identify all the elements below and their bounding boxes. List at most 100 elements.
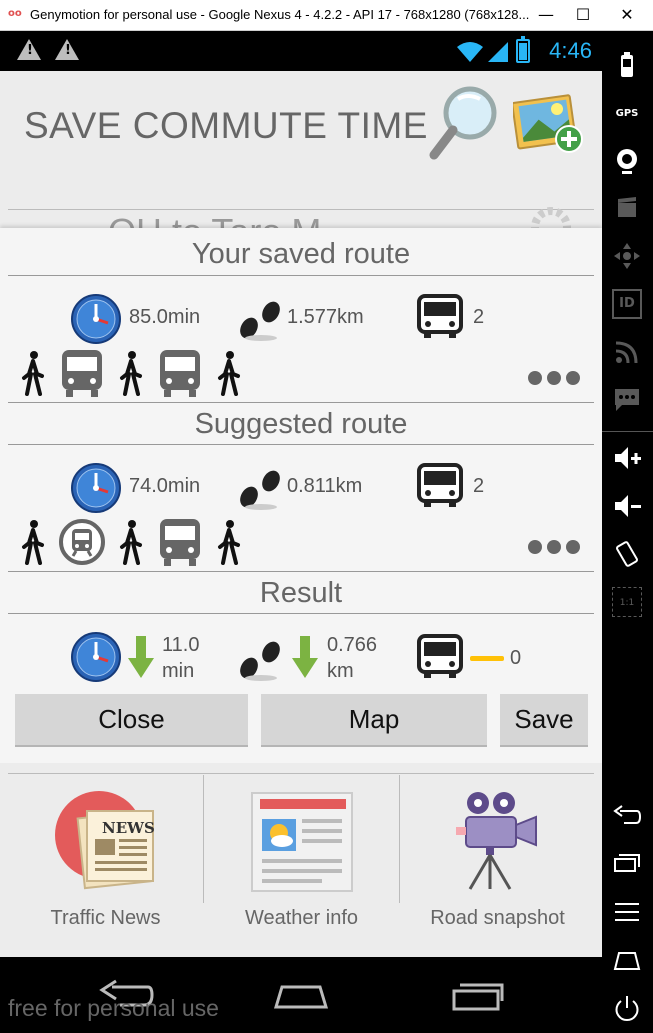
bus-icon	[62, 350, 102, 397]
watermark-text: free for personal use	[8, 995, 219, 1021]
app-title: SAVE COMMUTE TIME	[24, 105, 428, 146]
gps-control-icon[interactable]: GPS	[612, 99, 642, 129]
sms-icon[interactable]	[612, 385, 642, 415]
clapboard-icon[interactable]	[612, 193, 642, 223]
bus-icon	[417, 463, 463, 507]
walk-icon	[22, 520, 44, 565]
saved-bus-count: 2	[473, 306, 485, 328]
result-title: Result	[259, 577, 343, 609]
battery-icon	[516, 36, 530, 63]
dpad-icon[interactable]	[612, 241, 642, 271]
warning-icon: !	[17, 39, 41, 60]
saved-route-title: Your saved route	[191, 238, 411, 270]
train-icon	[59, 519, 105, 565]
status-clock: 4:46	[549, 38, 592, 63]
home-icon[interactable]	[272, 983, 330, 1011]
header-divider	[8, 209, 594, 210]
bus-icon	[160, 350, 200, 397]
minimize-button[interactable]: —	[531, 4, 561, 26]
battery-control-icon[interactable]	[612, 51, 642, 81]
saved-time: 85.0min	[129, 306, 201, 328]
add-picture-icon[interactable]	[513, 89, 585, 155]
menu-control-icon[interactable]	[612, 897, 642, 927]
traffic-news-label: Traffic News	[50, 907, 161, 929]
app-header: SAVE COMMUTE TIME	[0, 71, 602, 210]
volume-down-icon[interactable]	[612, 491, 642, 521]
weather-info-label: Weather info	[244, 907, 359, 929]
road-snapshot-label: Road snapshot	[430, 907, 565, 929]
weather-info-tile[interactable]: Weather info	[204, 775, 399, 945]
bus-icon	[417, 634, 463, 678]
suggested-time: 74.0min	[129, 475, 201, 497]
recent-apps-icon[interactable]	[450, 979, 506, 1013]
bus-icon	[160, 519, 200, 566]
weather-report-icon	[251, 792, 353, 892]
rss-icon[interactable]	[612, 337, 642, 367]
map-button[interactable]: Map	[261, 694, 487, 747]
divider	[8, 571, 594, 572]
recent-control-icon[interactable]	[612, 849, 642, 879]
gear-icon	[531, 207, 571, 231]
route-compare-dialog: Your saved route 85.0min 1.577km 2 Sugge…	[0, 228, 602, 763]
divider	[8, 613, 594, 614]
signal-icon	[488, 42, 508, 62]
result-bus-count: 0	[510, 647, 522, 669]
down-arrow-icon	[128, 636, 154, 678]
saved-distance: 1.577km	[287, 306, 364, 328]
footsteps-icon	[240, 470, 280, 510]
divider	[602, 431, 653, 432]
magnifier-icon[interactable]	[428, 83, 500, 163]
device-id-icon[interactable]: ID	[612, 289, 642, 319]
walk-icon	[22, 351, 44, 396]
more-options-icon[interactable]	[528, 370, 585, 389]
back-control-icon[interactable]	[612, 801, 642, 831]
suggested-bus-count: 2	[473, 475, 485, 497]
status-bar: ! ! 4:46	[0, 31, 602, 71]
suggested-distance: 0.811km	[287, 475, 363, 497]
maximize-button[interactable]: ☐	[568, 4, 598, 26]
no-change-dash-icon	[470, 656, 504, 661]
walk-icon	[120, 520, 142, 565]
divider	[8, 773, 594, 774]
power-icon[interactable]	[612, 993, 642, 1023]
walk-icon	[218, 351, 240, 396]
pixel-perfect-icon[interactable]: 1:1	[612, 587, 642, 617]
close-window-button[interactable]: ✕	[612, 4, 642, 26]
result-distance-value: 0.766	[327, 634, 378, 656]
divider	[8, 275, 594, 276]
more-options-icon[interactable]	[528, 539, 585, 558]
window-titlebar: oo Genymotion for personal use - Google …	[0, 0, 653, 31]
result-time-value: 11.0	[162, 634, 200, 656]
rotate-icon[interactable]	[612, 539, 642, 569]
down-arrow-icon	[292, 636, 318, 678]
clock-icon	[71, 294, 121, 344]
camera-control-icon[interactable]	[612, 145, 642, 175]
clock-icon	[71, 463, 121, 513]
divider	[8, 402, 594, 403]
emulator-sidebar: GPS ID 1:1	[602, 31, 653, 1033]
save-button[interactable]: Save	[500, 694, 588, 747]
close-button[interactable]: Close	[15, 694, 248, 747]
wifi-icon	[457, 42, 483, 62]
volume-up-icon[interactable]	[612, 443, 642, 473]
movie-camera-icon	[456, 792, 537, 890]
genymotion-logo: oo	[8, 8, 22, 19]
footsteps-icon	[240, 641, 280, 681]
home-control-icon[interactable]	[612, 945, 642, 975]
window-title: Genymotion for personal use - Google Nex…	[30, 7, 530, 22]
news-badge: NEWS	[102, 819, 155, 837]
clock-icon	[71, 632, 121, 682]
device-screen: ! ! 4:46 SAVE COMMUTE TIME OH to Taro	[0, 31, 602, 1033]
walk-icon	[218, 520, 240, 565]
divider	[8, 444, 594, 445]
traffic-news-tile[interactable]: NEWS Traffic News	[8, 775, 203, 945]
footsteps-icon	[240, 301, 280, 341]
walk-icon	[120, 351, 142, 396]
bus-icon	[417, 294, 463, 338]
suggested-route-title: Suggested route	[194, 408, 408, 440]
warning-icon: !	[55, 39, 79, 60]
result-time-unit: min	[162, 660, 195, 682]
feature-panel: NEWS Traffic News Weather info Road snap…	[0, 763, 602, 957]
newspaper-icon	[55, 791, 154, 890]
road-snapshot-tile[interactable]: Road snapshot	[400, 775, 595, 945]
